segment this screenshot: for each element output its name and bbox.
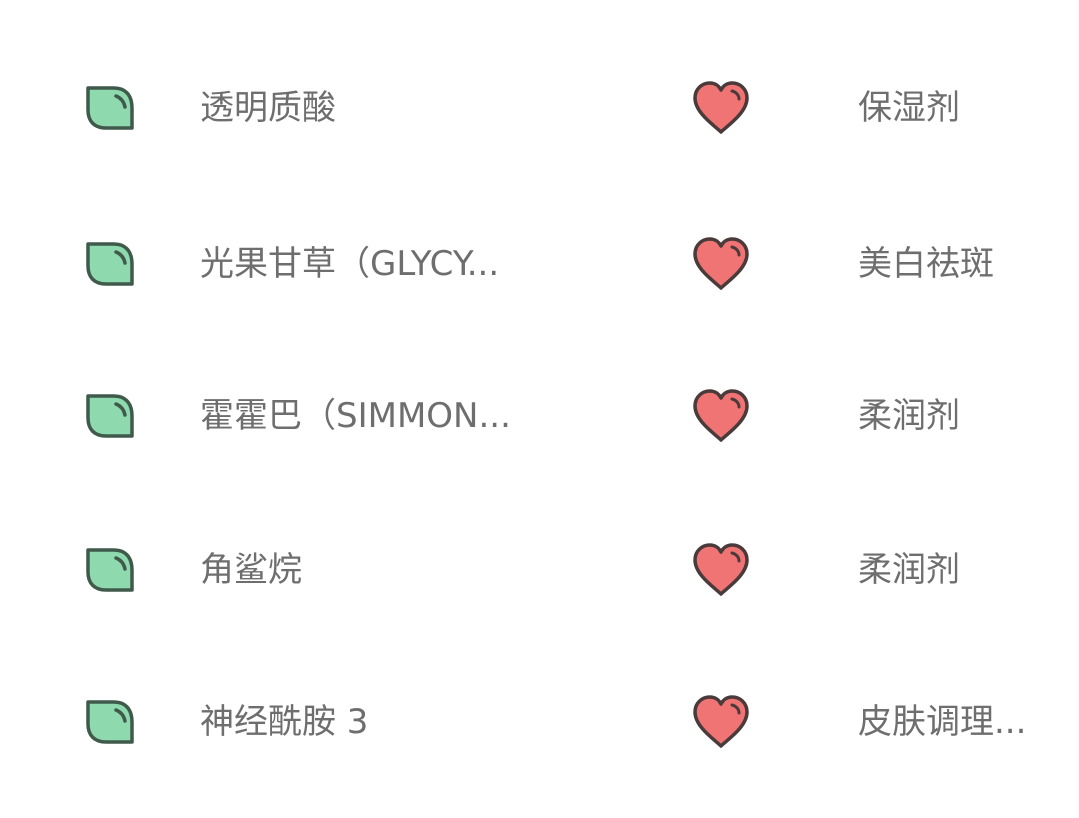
ingredient-function: 皮肤调理... [858, 702, 1027, 742]
ingredient-row[interactable]: 透明质酸 保湿剂 [0, 62, 1079, 162]
leaf-icon [84, 698, 136, 746]
heart-icon [690, 694, 752, 750]
ingredient-name: 角鲨烷 [200, 550, 302, 590]
leaf-icon [84, 240, 136, 288]
ingredient-function: 柔润剂 [858, 550, 960, 590]
heart-icon [690, 542, 752, 598]
heart-icon [690, 236, 752, 292]
leaf-icon [84, 84, 136, 132]
ingredient-row[interactable]: 光果甘草（GLYCY... 美白祛斑 [0, 218, 1079, 318]
ingredient-name: 霍霍巴（SIMMON... [200, 396, 511, 436]
ingredient-name: 光果甘草（GLYCY... [200, 244, 500, 284]
ingredient-function: 保湿剂 [858, 88, 960, 128]
leaf-icon [84, 392, 136, 440]
ingredient-row[interactable]: 神经酰胺 3 皮肤调理... [0, 676, 1079, 776]
ingredient-row[interactable]: 角鲨烷 柔润剂 [0, 524, 1079, 624]
heart-icon [690, 80, 752, 136]
heart-icon [690, 388, 752, 444]
ingredient-list: 透明质酸 保湿剂 光果甘草（GLYCY... 美白祛斑 霍霍巴（SIMMON..… [0, 0, 1079, 818]
leaf-icon [84, 546, 136, 594]
ingredient-row[interactable]: 霍霍巴（SIMMON... 柔润剂 [0, 370, 1079, 470]
ingredient-name: 透明质酸 [200, 88, 336, 128]
ingredient-function: 美白祛斑 [858, 244, 994, 284]
ingredient-name: 神经酰胺 3 [200, 702, 369, 742]
ingredient-function: 柔润剂 [858, 396, 960, 436]
